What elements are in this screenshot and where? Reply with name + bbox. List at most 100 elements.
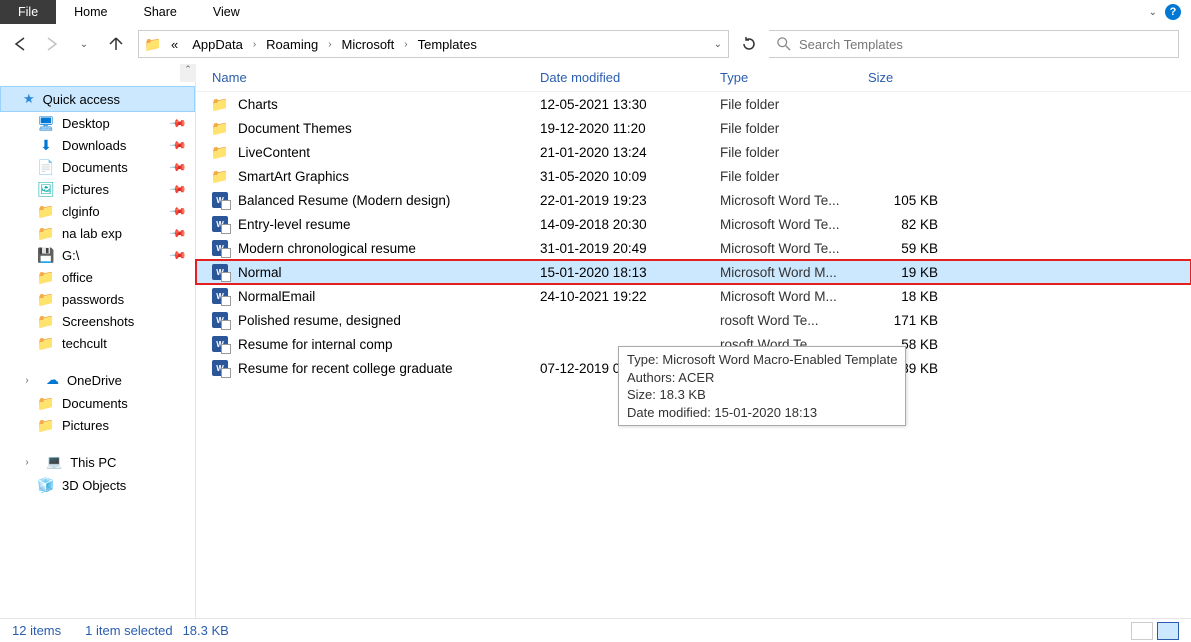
recent-dropdown[interactable]: ⌄ [76,36,92,52]
sidebar-item[interactable]: 📁 na lab exp 📌 [0,222,195,244]
sidebar-item[interactable]: 📁Screenshots [0,310,195,332]
forward-button[interactable] [44,36,60,52]
breadcrumb-prefix[interactable]: « [167,35,182,54]
tab-file[interactable]: File [0,0,56,24]
file-size: 59 KB [868,241,958,256]
folder-icon: 📁 [38,225,54,241]
file-name: LiveContent [238,145,310,160]
desktop-icon: 🖥 [38,115,54,131]
drive-icon: 💾 [38,247,54,263]
chevron-right-icon[interactable]: › [22,375,32,386]
file-name: Document Themes [238,121,352,136]
table-row[interactable]: WEntry-level resume14-09-2018 20:30Micro… [196,212,1191,236]
help-icon[interactable]: ? [1165,4,1181,20]
back-button[interactable] [12,36,28,52]
pin-icon: 📌 [169,202,188,221]
folder-icon: 📁 [38,203,54,219]
sidebar-item-label: 3D Objects [62,478,126,493]
sidebar-thispc[interactable]: › 💻 This PC [0,450,195,474]
address-bar[interactable]: 📁 « AppData › Roaming › Microsoft › Temp… [138,30,729,58]
sidebar-quick-access[interactable]: ★ Quick access [0,86,195,112]
sidebar-item[interactable]: 📄Documents📌 [0,156,195,178]
tab-home[interactable]: Home [56,0,125,24]
sidebar-item-label: Pictures [62,182,109,197]
sidebar-item[interactable]: 🖥Desktop📌 [0,112,195,134]
chevron-right-icon[interactable]: › [22,457,32,468]
sidebar-item[interactable]: 💾G:\📌 [0,244,195,266]
address-dropdown[interactable]: ⌄ [714,39,722,50]
chevron-right-icon: › [404,39,407,50]
sidebar-item[interactable]: 🖼Pictures📌 [0,178,195,200]
folder-icon: 📁 [212,144,228,160]
cloud-icon: ☁ [46,372,59,388]
table-row[interactable]: WBalanced Resume (Modern design)22-01-20… [196,188,1191,212]
file-date: 31-05-2020 10:09 [540,169,720,184]
breadcrumb-templates[interactable]: Templates [414,35,481,54]
file-type: File folder [720,169,868,184]
status-selected: 1 item selected [85,623,172,638]
breadcrumb-roaming[interactable]: Roaming [262,35,322,54]
sidebar-item[interactable]: 🧊3D Objects [0,474,195,496]
file-size: 82 KB [868,217,958,232]
table-row[interactable]: WPolished resume, designedrosoft Word Te… [196,308,1191,332]
document-icon: 📄 [38,159,54,175]
table-row[interactable]: WModern chronological resume31-01-2019 2… [196,236,1191,260]
word-icon: W [212,336,228,352]
table-row[interactable]: WNormalEmail24-10-2021 19:22Microsoft Wo… [196,284,1191,308]
ribbon-expand-icon[interactable]: ⌄ [1149,7,1157,18]
search-placeholder: Search Templates [799,37,903,52]
table-row[interactable]: 📁Document Themes19-12-2020 11:20File fol… [196,116,1191,140]
sidebar-item[interactable]: 📁passwords [0,288,195,310]
breadcrumb-microsoft[interactable]: Microsoft [338,35,399,54]
table-row[interactable]: 📁 SmartArt Graphics 31-05-2020 10:09File f… [196,164,1191,188]
table-row[interactable]: 📁LiveContent21-01-2020 13:24File folder [196,140,1191,164]
file-name: Resume for recent college graduate [238,361,453,376]
folder-icon: 📁 [212,168,228,184]
up-button[interactable] [108,36,124,52]
picture-icon: 🖼 [38,181,54,197]
sidebar-item[interactable]: 📁clginfo📌 [0,200,195,222]
file-date: 24-10-2021 19:22 [540,289,720,304]
download-icon: ⬇ [38,137,54,153]
folder-icon: 📁 [38,335,54,351]
tooltip: Type: Microsoft Word Macro-Enabled Templ… [618,346,906,426]
sidebar-item-label: Downloads [62,138,126,153]
col-name[interactable]: Name [212,70,540,85]
word-icon: W [212,216,228,232]
folder-icon: 📁 [38,291,54,307]
file-date: 19-12-2020 11:20 [540,121,720,136]
table-row[interactable]: 📁Charts12-05-2021 13:30File folder [196,92,1191,116]
tooltip-authors: Authors: ACER [627,369,897,387]
scroll-up-icon[interactable]: ⌃ [180,64,196,82]
table-row[interactable]: WNormal15-01-2020 18:13Microsoft Word M.… [196,260,1191,284]
folder-icon: 📁 [38,395,54,411]
file-type: rosoft Word Te... [720,313,868,328]
col-date[interactable]: Date modified [540,70,720,85]
sidebar-item-label: na lab exp [62,226,122,241]
sidebar-item[interactable]: ⬇Downloads📌 [0,134,195,156]
sidebar-item[interactable]: 📁Pictures [0,414,195,436]
refresh-button[interactable] [735,30,763,58]
pin-icon: 📌 [169,224,188,243]
word-icon: W [212,312,228,328]
star-icon: ★ [23,91,35,107]
sidebar-item[interactable]: 📁techcult [0,332,195,354]
view-large-icons[interactable] [1131,622,1153,640]
tab-view[interactable]: View [195,0,258,24]
file-type: Microsoft Word M... [720,265,868,280]
tab-share[interactable]: Share [126,0,195,24]
col-size[interactable]: Size [868,70,958,85]
file-name: SmartArt Graphics [238,169,349,184]
file-name: Charts [238,97,278,112]
sidebar-item-label: Pictures [62,418,109,433]
sidebar-item[interactable]: 📁Documents [0,392,195,414]
search-box[interactable]: Search Templates [769,30,1179,58]
col-type[interactable]: Type [720,70,868,85]
breadcrumb-appdata[interactable]: AppData [188,35,247,54]
sidebar-item[interactable]: 📁office [0,266,195,288]
word-icon: W [212,192,228,208]
folder-icon: 📁 [38,313,54,329]
sidebar-onedrive[interactable]: › ☁ OneDrive [0,368,195,392]
file-name: Resume for internal comp [238,337,393,352]
view-details[interactable] [1157,622,1179,640]
